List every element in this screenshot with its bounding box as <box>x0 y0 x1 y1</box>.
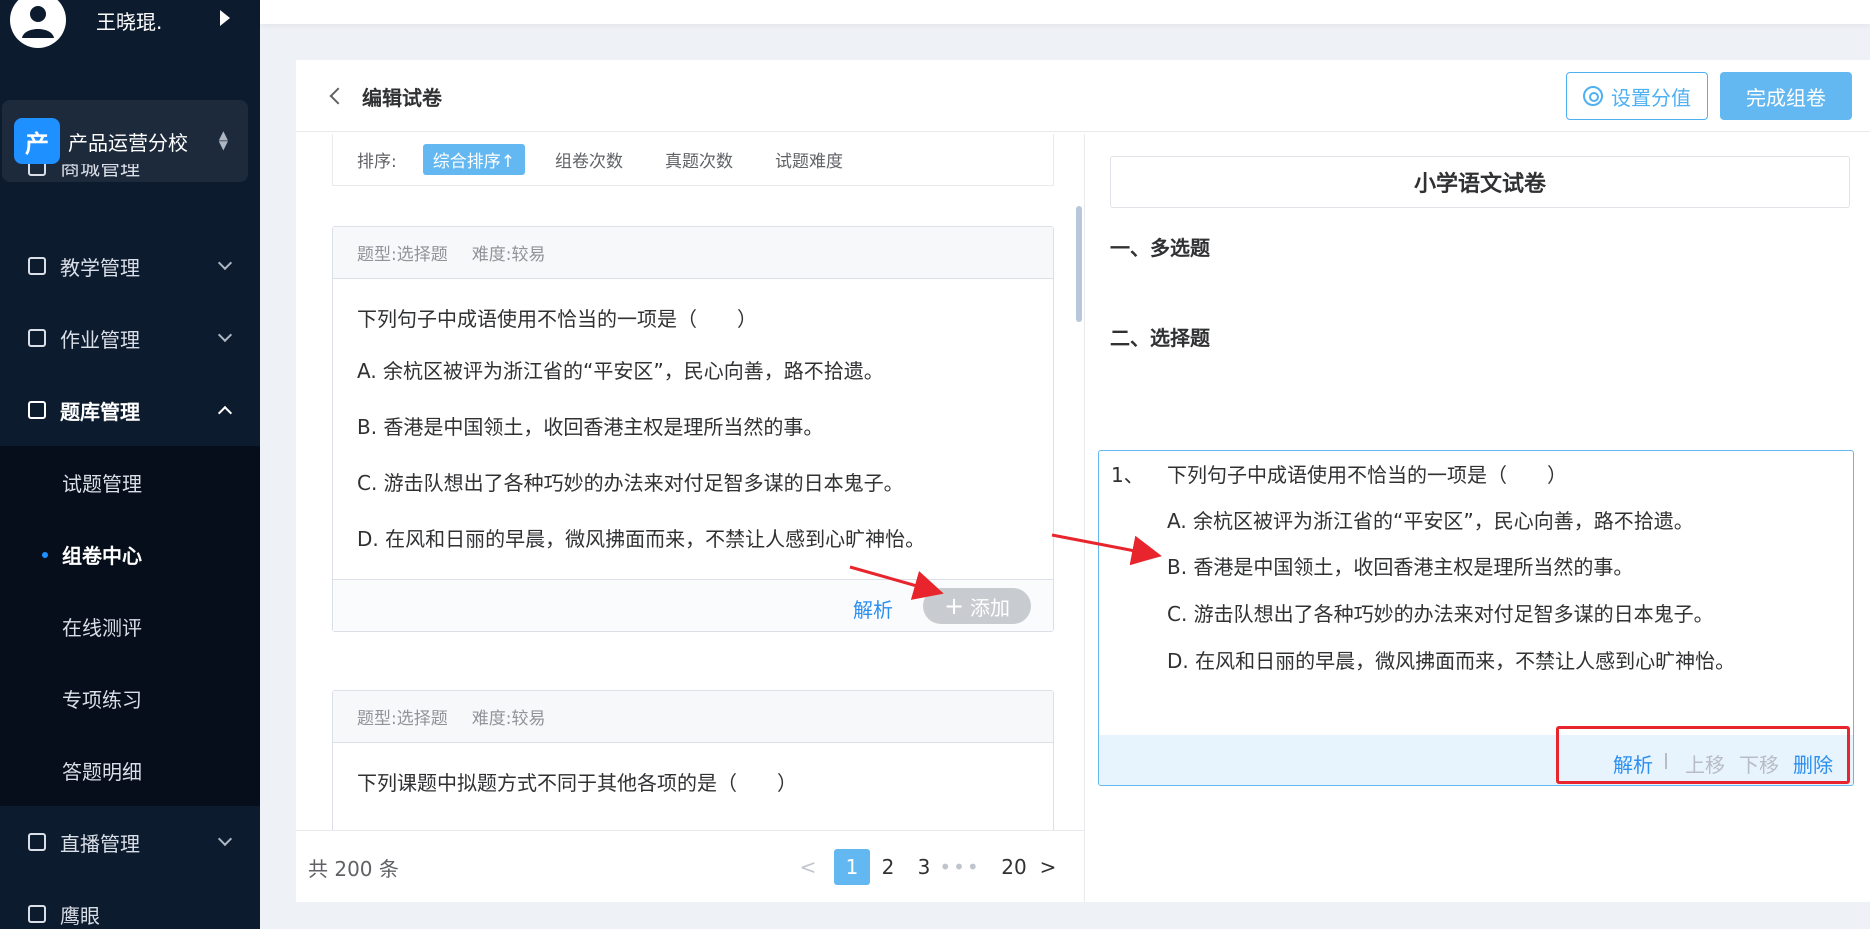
clipboard-icon <box>28 401 46 419</box>
sort-label: 排序: <box>357 152 397 172</box>
sidebar-item-question-bank[interactable]: 题库管理 <box>0 374 260 446</box>
prev-page-button[interactable]: < <box>790 849 826 885</box>
add-question-button[interactable]: + 添加 <box>923 588 1031 624</box>
sort-option-usage[interactable]: 组卷次数 <box>555 147 623 172</box>
question-card-meta: 题型:选择题 难度:较易 <box>333 227 1053 279</box>
page-3-button[interactable]: 3 <box>906 849 942 885</box>
more-pages-ellipsis[interactable]: ••• <box>939 849 978 885</box>
paper-title[interactable]: 小学语文试卷 <box>1110 156 1850 208</box>
sidebar: 王晓琨. 产 产品运营分校 ▲ ▼ 商城管理 教学管理 作业管理 题库管理 试题管… <box>0 0 260 929</box>
column-divider <box>1084 134 1085 902</box>
question-difficulty: 难度:较易 <box>471 245 546 265</box>
question-bank-submenu: 试题管理 组卷中心 在线测评 专项练习 答题明细 <box>0 446 260 806</box>
question-list[interactable]: 排序: 综合排序↑ 组卷次数 真题次数 试题难度 题型:选择题 难度:较易 下列… <box>332 134 1054 830</box>
caret-right-icon[interactable] <box>220 10 230 26</box>
chevron-up-icon <box>217 405 233 421</box>
sidebar-item-label: 题库管理 <box>60 399 140 424</box>
selected-question-option: A. 余杭区被评为浙江省的“平安区”，民心向善，路不拾遗。 <box>1167 509 1694 533</box>
sidebar-item-mall[interactable]: 商城管理 <box>0 164 260 204</box>
plus-icon: + <box>943 592 965 620</box>
question-card-body: 下列课题中拟题方式不同于其他各项的是（ ） <box>333 743 1053 819</box>
tv-icon <box>28 833 46 851</box>
question-option: A. 余杭区被评为浙江省的“平安区”，民心向善，路不拾遗。 <box>357 359 884 383</box>
selected-question-option: D. 在风和日丽的早晨，微风拂面而来，不禁让人感到心旷神怡。 <box>1167 649 1736 673</box>
top-bar <box>260 0 1870 24</box>
sidebar-item-live[interactable]: 直播管理 <box>0 806 260 878</box>
chevron-down-icon <box>217 255 233 271</box>
sidebar-item-homework[interactable]: 作业管理 <box>0 302 260 374</box>
sidebar-item-teaching[interactable]: 教学管理 <box>0 230 260 302</box>
gear-icon <box>1583 86 1603 106</box>
sort-bar: 排序: 综合排序↑ 组卷次数 真题次数 试题难度 <box>332 134 1054 186</box>
page-2-button[interactable]: 2 <box>870 849 906 885</box>
sidebar-item-label: 商城管理 <box>60 164 140 180</box>
chevron-down-icon <box>217 327 233 343</box>
sidebar-item-label: 直播管理 <box>60 831 140 856</box>
question-stem: 下列句子中成语使用不恰当的一项是（ ） <box>357 307 757 331</box>
sidebar-subitem-practice[interactable]: 专项练习 <box>0 662 260 734</box>
page-1-button[interactable]: 1 <box>834 849 870 885</box>
book-icon <box>28 257 46 275</box>
user-icon <box>22 6 54 38</box>
sidebar-subitem-answers[interactable]: 答题明细 <box>0 734 260 806</box>
selected-question-option: B. 香港是中国领土，收回香港主权是理所当然的事。 <box>1167 555 1634 579</box>
sort-caret-icon: ▲ ▼ <box>218 128 228 152</box>
finish-paper-button[interactable]: 完成组卷 <box>1720 72 1852 120</box>
sidebar-item-label: 作业管理 <box>60 327 140 352</box>
question-option: B. 香港是中国领土，收回香港主权是理所当然的事。 <box>357 415 824 439</box>
question-card-meta: 题型:选择题 难度:较易 <box>333 691 1053 743</box>
annotation-highlight-box <box>1556 726 1850 784</box>
sort-option-exam[interactable]: 真题次数 <box>665 147 733 172</box>
shop-icon <box>28 164 46 176</box>
question-type: 题型:选择题 <box>357 245 448 265</box>
question-option: C. 游击队想出了各种巧妙的办法来对付足智多谋的日本鬼子。 <box>357 471 904 495</box>
analysis-link[interactable]: 解析 <box>853 594 893 623</box>
avatar[interactable] <box>10 0 66 48</box>
scrollbar-thumb[interactable] <box>1076 206 1082 322</box>
question-card-body: 下列句子中成语使用不恰当的一项是（ ） A. 余杭区被评为浙江省的“平安区”，民… <box>333 279 1053 579</box>
pagination: 共 200 条 < 1 2 3 ••• 20 > <box>296 830 1084 902</box>
list-icon <box>28 329 46 347</box>
question-card: 题型:选择题 难度:较易 下列句子中成语使用不恰当的一项是（ ） A. 余杭区被… <box>332 226 1054 632</box>
question-type: 题型:选择题 <box>357 709 448 729</box>
question-option: D. 在风和日丽的早晨，微风拂面而来，不禁让人感到心旷神怡。 <box>357 527 926 551</box>
question-card: 题型:选择题 难度:较易 下列课题中拟题方式不同于其他各项的是（ ） <box>332 690 1054 830</box>
school-name: 产品运营分校 <box>68 130 188 155</box>
selected-question-stem: 1、 下列句子中成语使用不恰当的一项是（ ） <box>1111 459 1567 488</box>
back-icon[interactable] <box>329 87 347 105</box>
sidebar-item-label: 教学管理 <box>60 255 140 280</box>
selected-question-option: C. 游击队想出了各种巧妙的办法来对付足智多谋的日本鬼子。 <box>1167 602 1714 626</box>
chevron-down-icon <box>217 831 233 847</box>
question-card-footer: 解析 + 添加 <box>333 579 1053 631</box>
total-count: 共 200 条 <box>308 857 399 881</box>
sort-option-difficulty[interactable]: 试题难度 <box>775 147 843 172</box>
set-score-label: 设置分值 <box>1611 85 1691 110</box>
question-stem: 下列课题中拟题方式不同于其他各项的是（ ） <box>357 771 797 795</box>
sidebar-subitem-questions[interactable]: 试题管理 <box>0 446 260 518</box>
page-title: 编辑试卷 <box>362 86 442 110</box>
user-profile[interactable]: 王晓琨. <box>10 0 162 48</box>
sidebar-item-eagle-eye[interactable]: 鹰眼 <box>0 878 260 929</box>
sort-option-overall[interactable]: 综合排序↑ <box>422 144 525 175</box>
question-difficulty: 难度:较易 <box>471 709 546 729</box>
question-stem-text: 下列句子中成语使用不恰当的一项是（ ） <box>1167 463 1567 487</box>
sidebar-subitem-paper-center[interactable]: 组卷中心 <box>0 518 260 590</box>
panel-header: 编辑试卷 设置分值 完成组卷 <box>296 60 1870 132</box>
section-title-single-choice: 二、选择题 <box>1110 326 1210 350</box>
sidebar-item-label: 鹰眼 <box>60 903 100 928</box>
page-last-button[interactable]: 20 <box>996 849 1032 885</box>
user-name: 王晓琨. <box>96 9 163 34</box>
sidebar-subitem-online-test[interactable]: 在线测评 <box>0 590 260 662</box>
set-score-button[interactable]: 设置分值 <box>1566 72 1708 120</box>
section-title-multi-choice: 一、多选题 <box>1110 236 1210 260</box>
school-logo-icon: 产 <box>14 118 60 164</box>
add-label: 添加 <box>970 595 1011 620</box>
next-page-button[interactable]: > <box>1030 849 1066 885</box>
eye-icon <box>28 905 46 923</box>
question-number: 1、 <box>1111 463 1144 487</box>
